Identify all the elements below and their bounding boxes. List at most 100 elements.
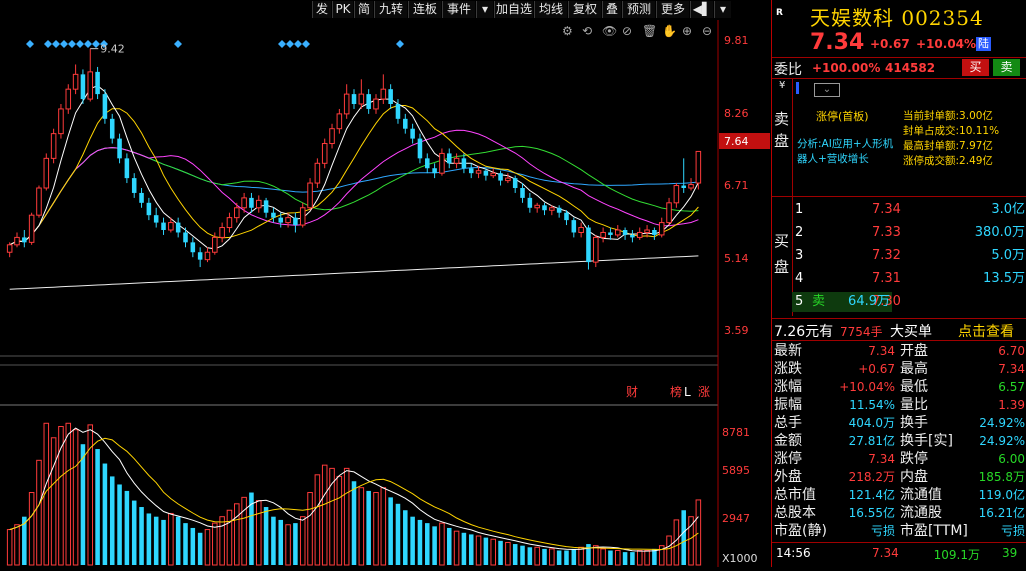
volume-bar [425, 523, 430, 565]
candle-body [329, 128, 335, 145]
toolbar-item-9[interactable]: 复权 [568, 1, 601, 18]
limit-analysis: 分析:AI应用+人形机器人+营收增长 [797, 138, 894, 165]
volume-bar [293, 523, 298, 565]
chart-tool-icon[interactable]: 👁 [602, 24, 617, 38]
volume-tick-label: 2947 [722, 512, 750, 525]
signal-marker [44, 40, 52, 48]
current-price-tag: 7.64 [724, 135, 749, 148]
candle-body [263, 200, 269, 213]
volume-bar [483, 537, 489, 565]
candle-body [644, 229, 650, 233]
event-tag[interactable]: 财 [626, 385, 638, 399]
order-book-row[interactable]: 2 7.33 380.0万 [792, 223, 1026, 243]
toolbar-item-0[interactable]: 发 [312, 1, 331, 18]
candle-body [622, 230, 628, 235]
order-book-row[interactable]: 1 7.34 3.0亿 [792, 200, 1026, 220]
candle-body [608, 232, 613, 235]
toolbar-item-10[interactable]: 叠 [602, 1, 621, 18]
volume-bar [622, 552, 628, 565]
price-tick-label: 3.59 [724, 324, 749, 337]
chart-tool-icon[interactable]: ⟲ [582, 24, 592, 38]
chart-tool-icon[interactable]: 🗑 [642, 24, 657, 38]
toolbar-item-5[interactable]: 事件 [442, 1, 475, 18]
stat-label: 振幅 [774, 397, 802, 413]
weibi-diff: 414582 [885, 61, 936, 75]
stat-label: 最新 [774, 343, 802, 359]
volume-bar [124, 490, 130, 565]
toolbar-item-12[interactable]: 更多 [656, 1, 689, 18]
chart-tool-icon[interactable]: ⊕ [682, 24, 692, 38]
toolbar-item-7[interactable]: 加自选 [494, 1, 533, 18]
candle-body [28, 214, 35, 243]
volume-bar [666, 535, 672, 566]
volume-bar [219, 516, 225, 566]
candle-body [475, 170, 482, 174]
candle-body [630, 234, 635, 238]
sell-side-label: 卖盘 [774, 110, 790, 150]
event-tag[interactable]: 榜 [670, 384, 682, 399]
toolbar-item-1[interactable]: PK [332, 1, 353, 18]
volume-bar [65, 422, 72, 566]
toolbar-item-8[interactable]: 均线 [534, 1, 567, 18]
order-volume: 64.9万 [848, 294, 890, 309]
volume-bar [644, 550, 650, 566]
signal-marker [278, 40, 286, 48]
stat-label: 开盘 [900, 343, 928, 359]
volume-bar [183, 523, 188, 565]
collapse-icon[interactable]: ⌄ [814, 83, 840, 97]
metric-value: 7.97亿 [959, 140, 993, 152]
volume-bar [630, 552, 635, 565]
candle-body [124, 158, 130, 179]
candle-body [175, 222, 181, 233]
kline-chart-area[interactable]: ⚙ ⟲ 👁 ⊘ 🗑 ✋ ⊕ ⊖ 9.81 8.26 6.71 5.14 3.59 7.64 8781 5895… [0, 20, 770, 567]
chart-tool-icon[interactable]: ⊘ [622, 24, 632, 38]
event-tag[interactable]: 涨 [698, 384, 710, 399]
candle-body [190, 242, 196, 253]
order-book-row[interactable]: 5 卖 7.30 64.9万 [792, 292, 901, 312]
signal-marker [396, 40, 404, 48]
toolbar-item-3[interactable]: 九转 [374, 1, 407, 18]
chart-tool-icon[interactable]: ✋ [662, 24, 677, 38]
toolbar-item-11[interactable]: 预测 [622, 1, 655, 18]
big-order-link[interactable]: 点击查看 [958, 321, 1014, 341]
stat-value: 7.34 [868, 344, 895, 358]
candle-body [204, 251, 211, 261]
stat-value: 亏损 [870, 524, 895, 538]
volume-bar [549, 548, 555, 566]
sell-button[interactable]: 卖 [993, 59, 1020, 76]
stat-label: 总手 [774, 415, 802, 431]
stat-label: 涨停 [774, 451, 802, 467]
toolbar-item-6[interactable]: ▾ [476, 1, 493, 18]
toolbar-item-2[interactable]: 简 [354, 1, 373, 18]
toolbar-item-14[interactable]: ▾ [714, 1, 731, 18]
weibi-label: 委比 [774, 62, 802, 78]
order-book-row[interactable]: 3 7.32 5.0万 [792, 246, 1026, 266]
stat-value: 亏损 [1000, 524, 1025, 538]
candle-body [87, 71, 94, 100]
chart-tool-icon[interactable]: ⊖ [702, 24, 712, 38]
volume-bar [432, 526, 437, 565]
candle-body [80, 74, 86, 100]
currency-icon: ¥ [779, 80, 786, 91]
candle-body [241, 197, 247, 209]
volume-bar [6, 529, 13, 566]
volume-tick-label: X1000 [722, 552, 758, 565]
volume-bar [307, 492, 313, 566]
chart-tool-icon[interactable]: ⚙ [562, 24, 573, 38]
volume-bar [586, 544, 591, 565]
candle-body [446, 153, 452, 164]
toolbar-item-4[interactable]: 连板 [408, 1, 441, 18]
order-book-row[interactable]: 4 7.31 13.5万 [792, 269, 1026, 289]
signal-marker [76, 40, 84, 48]
volume-bar [278, 519, 284, 565]
big-order-price: 7.26元有 [774, 324, 834, 340]
toolbar-item-13[interactable]: ◀▌ [690, 1, 713, 18]
buy-button[interactable]: 买 [962, 59, 989, 76]
order-level: 5 [795, 294, 804, 309]
stat-value: 16.55亿 [848, 506, 895, 520]
volume-bar [28, 492, 35, 566]
kline-chart-svg[interactable]: ⚙ ⟲ 👁 ⊘ 🗑 ✋ ⊕ ⊖ 9.81 8.26 6.71 5.14 3.59 7.64 8781 5895… [0, 20, 770, 567]
candle-body [14, 236, 20, 246]
event-tag[interactable]: L [684, 385, 691, 399]
volume-bar [556, 550, 562, 565]
